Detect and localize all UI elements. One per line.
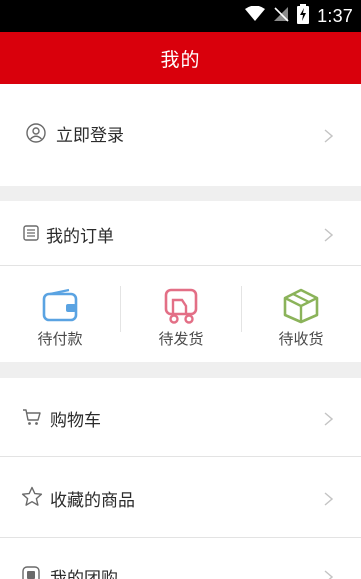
group-buy-icon bbox=[21, 565, 41, 579]
order-list-icon bbox=[22, 224, 40, 242]
menu-item-favorites[interactable]: 收藏的商品 bbox=[0, 457, 361, 537]
page-title: 我的 bbox=[160, 48, 201, 71]
clock-time: 1:37 bbox=[317, 5, 353, 26]
menu-item-group-buy[interactable]: 我的团购 bbox=[0, 538, 361, 579]
chevron-right-icon bbox=[324, 128, 334, 143]
chevron-right-icon bbox=[324, 491, 334, 506]
order-status-awaiting-shipment[interactable]: 待发货 bbox=[121, 266, 241, 362]
battery-charging-icon bbox=[297, 4, 310, 28]
menu-item-label: 收藏的商品 bbox=[50, 491, 135, 511]
title-bar: 我的 bbox=[0, 32, 361, 84]
order-status-label: 待发货 bbox=[158, 330, 204, 348]
order-status-label: 待付款 bbox=[37, 330, 83, 348]
login-row[interactable]: 立即登录 bbox=[0, 84, 361, 186]
chevron-right-icon bbox=[324, 569, 334, 579]
my-orders-label: 我的订单 bbox=[46, 227, 114, 247]
menu-item-label: 我的团购 bbox=[50, 569, 118, 579]
login-label: 立即登录 bbox=[56, 126, 124, 146]
package-box-icon bbox=[282, 288, 320, 324]
status-bar: 1:37 bbox=[0, 0, 361, 32]
order-status-awaiting-receipt[interactable]: 待收货 bbox=[241, 266, 361, 362]
star-icon bbox=[21, 486, 43, 507]
user-circle-icon bbox=[26, 123, 46, 143]
wifi-icon bbox=[245, 5, 266, 26]
truck-icon bbox=[162, 288, 200, 324]
order-status-strip: 待付款 待发货 待收货 bbox=[0, 266, 361, 362]
order-status-label: 待收货 bbox=[278, 330, 324, 348]
cart-icon bbox=[22, 408, 42, 426]
menu-item-cart[interactable]: 购物车 bbox=[0, 378, 361, 456]
chevron-right-icon bbox=[324, 411, 334, 426]
order-status-pending-payment[interactable]: 待付款 bbox=[0, 266, 120, 362]
wallet-icon bbox=[41, 288, 79, 324]
app-screen: 1:37 我的 立即登录 我的订单 待付款 待发货 待收货 购物车 收藏的商品 … bbox=[0, 0, 361, 579]
no-signal-icon bbox=[273, 6, 289, 26]
my-orders-row[interactable]: 我的订单 bbox=[0, 201, 361, 265]
menu-item-label: 购物车 bbox=[50, 411, 101, 431]
chevron-right-icon bbox=[324, 227, 334, 242]
